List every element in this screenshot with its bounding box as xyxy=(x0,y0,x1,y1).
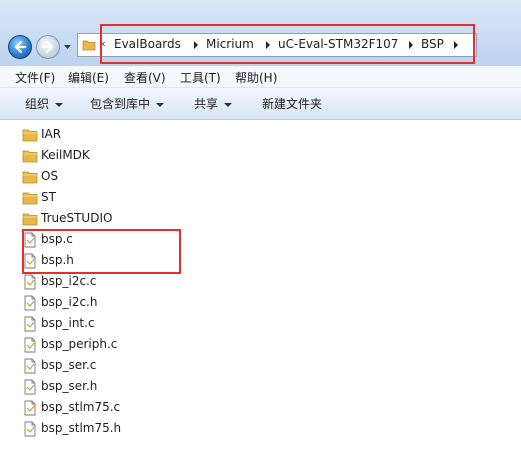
share-button[interactable]: 共享 xyxy=(194,95,233,112)
item-name: ST xyxy=(41,190,56,204)
item-name: bsp_stlm75.c xyxy=(41,400,121,414)
item-name: bsp_stlm75.h xyxy=(41,421,122,435)
text-file-icon xyxy=(24,421,36,437)
command-bar: 组织 包含到库中 共享 新建文件夹 xyxy=(0,88,521,120)
folder-item[interactable]: OS xyxy=(22,167,222,187)
folder-item[interactable]: KeilMDK xyxy=(22,146,222,166)
folder-item[interactable]: IAR xyxy=(22,125,222,145)
file-item[interactable]: bsp_i2c.c xyxy=(22,272,222,292)
organize-button[interactable]: 组织 xyxy=(25,95,64,112)
include-in-library-label: 包含到库中 xyxy=(90,97,151,111)
chevron-down-icon xyxy=(55,102,64,107)
forward-button[interactable] xyxy=(36,35,60,59)
item-name: TrueSTUDIO xyxy=(41,211,113,225)
folder-icon xyxy=(82,40,96,51)
files-highlight-box xyxy=(22,229,181,274)
file-item[interactable]: bsp_int.c xyxy=(22,314,222,334)
item-name: KeilMDK xyxy=(41,148,90,162)
arrow-left-icon xyxy=(14,40,27,54)
organize-label: 组织 xyxy=(25,97,50,111)
text-file-icon xyxy=(24,379,36,395)
item-name: bsp_periph.c xyxy=(41,337,118,351)
text-file-icon xyxy=(24,400,36,416)
file-item[interactable]: bsp_periph.c xyxy=(22,335,222,355)
chevron-down-icon xyxy=(224,102,233,107)
folder-icon xyxy=(22,150,38,163)
text-file-icon xyxy=(24,295,36,311)
item-name: bsp_ser.c xyxy=(41,358,97,372)
item-name: IAR xyxy=(41,127,62,141)
item-name: OS xyxy=(41,169,59,183)
share-label: 共享 xyxy=(194,97,219,111)
new-folder-button[interactable]: 新建文件夹 xyxy=(262,95,322,112)
file-item[interactable]: bsp_stlm75.c xyxy=(22,398,222,418)
item-name: bsp_i2c.h xyxy=(41,295,98,309)
file-item[interactable]: bsp_ser.h xyxy=(22,377,222,397)
recent-pages-dropdown-icon[interactable] xyxy=(63,43,72,51)
menu-bar: 文件(F) 编辑(E) 查看(V) 工具(T) 帮助(H) xyxy=(0,66,521,88)
folder-icon xyxy=(22,192,38,205)
file-item[interactable]: bsp_ser.c xyxy=(22,356,222,376)
file-item[interactable]: bsp_i2c.h xyxy=(22,293,222,313)
text-file-icon xyxy=(24,337,36,353)
arrow-right-icon xyxy=(41,40,54,54)
folder-icon xyxy=(22,213,38,226)
text-file-icon xyxy=(24,358,36,374)
text-file-icon xyxy=(24,316,36,332)
text-file-icon xyxy=(24,274,36,290)
menu-view[interactable]: 查看(V) xyxy=(124,69,166,86)
include-in-library-button[interactable]: 包含到库中 xyxy=(90,95,165,112)
menu-help[interactable]: 帮助(H) xyxy=(235,69,277,86)
folder-item[interactable]: ST xyxy=(22,188,222,208)
file-item[interactable]: bsp_stlm75.h xyxy=(22,419,222,439)
item-name: bsp_ser.h xyxy=(41,379,98,393)
file-list: IAR KeilMDK OS ST TrueSTUDIO bsp.c bsp.h bsp_i2… xyxy=(0,120,521,454)
folder-item[interactable]: TrueSTUDIO xyxy=(22,209,222,229)
folder-icon xyxy=(22,171,38,184)
menu-edit[interactable]: 编辑(E) xyxy=(68,69,109,86)
menu-tools[interactable]: 工具(T) xyxy=(180,69,221,86)
item-name: bsp_i2c.c xyxy=(41,274,97,288)
address-highlight-box xyxy=(100,24,475,64)
item-name: bsp_int.c xyxy=(41,316,95,330)
menu-file[interactable]: 文件(F) xyxy=(15,69,55,86)
folder-icon xyxy=(22,129,38,142)
back-button[interactable] xyxy=(8,35,32,59)
title-bar: « EvalBoards Micrium uC-Eval-STM32F107 B… xyxy=(0,0,521,66)
chevron-down-icon xyxy=(156,102,165,107)
